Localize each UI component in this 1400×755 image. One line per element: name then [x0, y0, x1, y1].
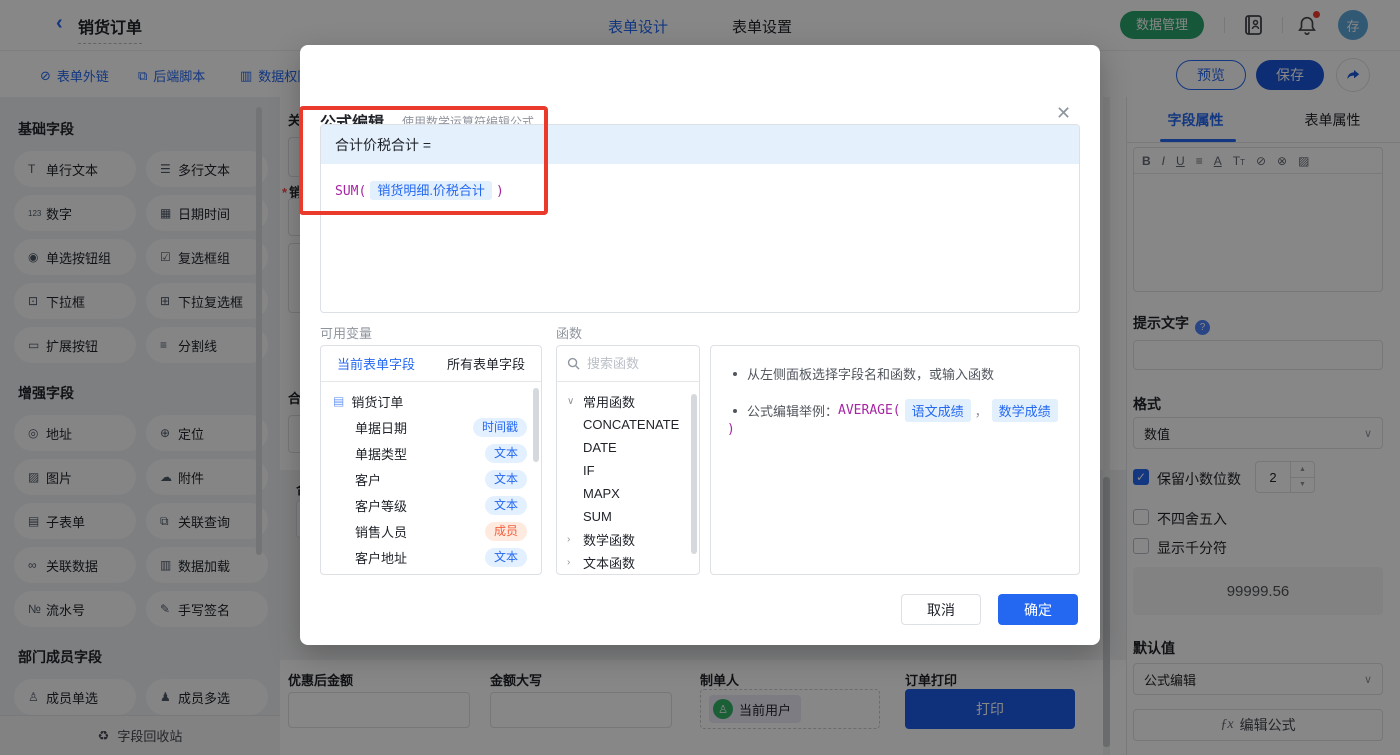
type-badge: 文本	[485, 444, 527, 463]
type-badge: 文本	[485, 470, 527, 489]
variables-scrollbar-thumb[interactable]	[533, 388, 539, 462]
variable-row[interactable]: 客户地址文本	[321, 544, 541, 570]
variables-pane: 当前表单字段 所有表单字段 ▤ 销货订单 单据日期时间戳 单据类型文本 客户文本…	[320, 345, 542, 575]
variable-row[interactable]: 单据日期时间戳	[321, 414, 541, 440]
help-line-2: 公式编辑举例： AVERAGE( 语文成绩 ， 数学成绩 )	[727, 399, 1063, 437]
formula-expression[interactable]: SUM( 销货明细.价税合计)	[321, 164, 1079, 215]
function-item[interactable]: CONCATENATE	[557, 413, 699, 436]
app-window: ‹ 销货订单 表单设计 表单设置 数据管理 存 ⊘ 表单外链 ⧉ 后端脚本 ▥ …	[0, 0, 1400, 755]
variable-row[interactable]: 客户文本	[321, 466, 541, 492]
bullet-icon	[733, 409, 737, 413]
tab-all-form-fields[interactable]: 所有表单字段	[431, 346, 541, 381]
type-badge: 成员	[485, 522, 527, 541]
example-function: AVERAGE(	[838, 403, 901, 418]
formula-target: 合计价税合计 =	[321, 125, 1079, 164]
function-group-math[interactable]: ›数学函数	[557, 528, 699, 551]
function-search[interactable]	[557, 346, 699, 382]
functions-pane-label: 函数	[556, 323, 582, 342]
cancel-button[interactable]: 取消	[901, 594, 981, 625]
function-group-common[interactable]: ∨常用函数	[557, 390, 699, 413]
formula-function-close: )	[496, 184, 504, 199]
function-search-input[interactable]	[587, 356, 682, 371]
variables-pane-label: 可用变量	[320, 323, 372, 342]
formula-function-open: SUM(	[335, 184, 366, 199]
formula-field-chip[interactable]: 销货明细.价税合计	[370, 181, 492, 200]
type-badge: 文本	[485, 496, 527, 515]
help-line-1: 从左侧面板选择字段名和函数，或输入函数	[727, 364, 1063, 383]
formula-help-pane: 从左侧面板选择字段名和函数，或输入函数 公式编辑举例： AVERAGE( 语文成…	[710, 345, 1080, 575]
function-item[interactable]: IF	[557, 459, 699, 482]
variable-row[interactable]: 单据类型文本	[321, 440, 541, 466]
functions-scrollbar-thumb[interactable]	[691, 394, 697, 554]
search-icon	[567, 357, 580, 370]
confirm-button[interactable]: 确定	[998, 594, 1078, 625]
variables-tabs: 当前表单字段 所有表单字段	[321, 346, 541, 382]
form-doc-icon: ▤	[333, 394, 344, 408]
function-item[interactable]: SUM	[557, 505, 699, 528]
close-icon[interactable]: ✕	[1056, 103, 1071, 124]
chevron-collapsed-icon: ›	[567, 557, 577, 568]
type-badge: 时间戳	[473, 418, 527, 437]
type-badge: 文本	[485, 548, 527, 567]
formula-editor-modal: 公式编辑 使用数学运算符编辑公式 ✕ 合计价税合计 = SUM(销货明细.价税合…	[300, 45, 1100, 645]
tab-current-form-fields[interactable]: 当前表单字段	[321, 346, 431, 381]
functions-pane: ∨常用函数 CONCATENATE DATE IF MAPX SUM ›数学函数…	[556, 345, 700, 575]
formula-editor[interactable]: 合计价税合计 = SUM( 销货明细.价税合计)	[320, 124, 1080, 313]
example-field-chip: 数学成绩	[992, 399, 1058, 422]
chevron-expanded-icon: ∨	[567, 396, 577, 407]
function-item[interactable]: DATE	[557, 436, 699, 459]
tree-root-form[interactable]: ▤ 销货订单	[321, 388, 541, 414]
example-field-chip: 语文成绩	[905, 399, 971, 422]
bullet-icon	[733, 372, 737, 376]
variable-row[interactable]: 客户等级文本	[321, 492, 541, 518]
chevron-collapsed-icon: ›	[567, 534, 577, 545]
function-item[interactable]: MAPX	[557, 482, 699, 505]
variable-row[interactable]: 销售人员成员	[321, 518, 541, 544]
function-group-text[interactable]: ›文本函数	[557, 551, 699, 574]
